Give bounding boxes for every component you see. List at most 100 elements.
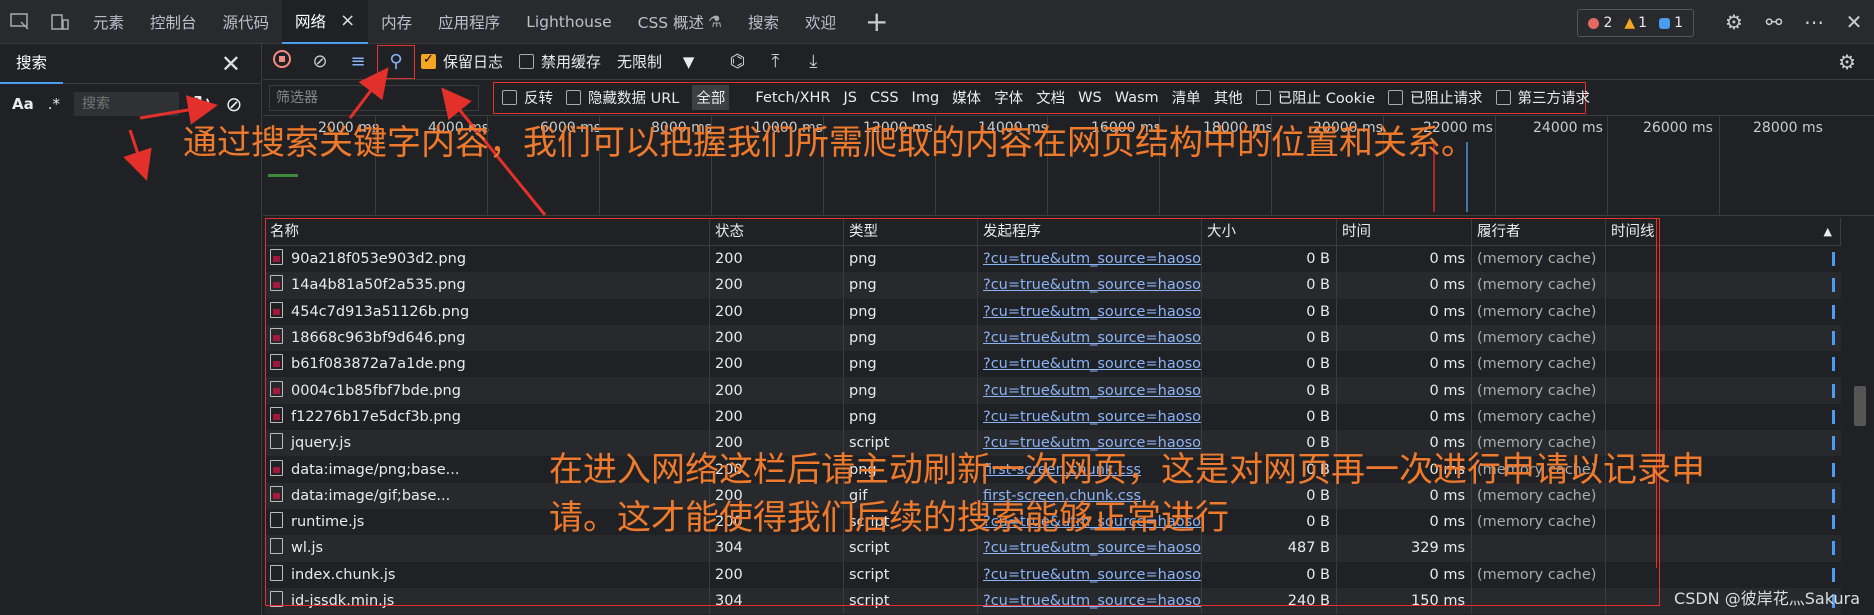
tab-css-overview[interactable]: CSS 概述 ⚗ [625,0,735,44]
tick: 24000 ms [1533,120,1603,136]
search-panel-header: 搜索 ✕ [0,44,261,84]
invert-checkbox[interactable]: 反转 [502,87,553,108]
tab-network[interactable]: 网络 × [282,0,369,44]
tab-console[interactable]: 控制台 [137,0,210,44]
disable-cache-label: 禁用缓存 [541,53,602,71]
type-other[interactable]: 其他 [1214,87,1243,108]
clear-icon[interactable]: ⊘ [301,51,339,72]
blocked-cookies-label: 已阻止 Cookie [1277,91,1376,107]
upload-icon[interactable]: ⤒ [756,51,794,72]
throttle-value: 无限制 [617,53,663,71]
caret-down-icon: ▼ [682,53,695,71]
blocked-cookies-checkbox[interactable]: 已阻止 Cookie [1255,87,1376,108]
type-font[interactable]: 字体 [994,87,1023,108]
filter-input[interactable]: 筛选器 [269,84,479,111]
search-icon[interactable]: ⚲ [377,44,415,79]
type-js[interactable]: JS [844,90,857,106]
waterfall-bar [1832,304,1835,319]
waterfall-bar [1832,278,1835,293]
type-img[interactable]: Img [912,90,940,106]
tab-sources[interactable]: 源代码 [210,0,283,44]
throttle-select[interactable]: 无限制 ▼ [617,51,694,72]
third-party-label: 第三方请求 [1517,91,1591,107]
waterfall-bar [1832,331,1835,346]
hide-data-url-label: 隐藏数据 URL [588,91,680,107]
devtools-actions: ⚙ ⚯ ⋯ ✕ [1714,0,1874,44]
type-ws[interactable]: WS [1078,90,1102,106]
hide-data-url-checkbox[interactable]: 隐藏数据 URL [566,87,679,108]
filter-options: 反转 隐藏数据 URL 全部 Fetch/XHR JS CSS Img 媒体 字… [493,81,1590,114]
info-count: 1 [1659,15,1683,31]
regex-icon[interactable]: .* [48,95,60,113]
close-icon[interactable]: × [340,10,355,31]
waterfall-bar [1832,357,1835,372]
inspect-icon[interactable] [0,0,40,44]
more-icon[interactable]: ⋯ [1794,10,1834,34]
devtools-tabbar: 元素 控制台 源代码 网络 × 内存 应用程序 Lighthouse CSS 概述… [0,0,1874,44]
tab-memory[interactable]: 内存 [368,0,425,44]
waterfall-bar [1832,567,1835,582]
waterfall-bar [1832,462,1835,477]
annotation-bottom-line2: 请。这才能使得我们后续的搜索能够正常进行 [549,498,1229,538]
download-icon[interactable]: ⤓ [794,51,832,72]
clear-icon[interactable]: ⊘ [225,92,242,116]
waterfall-bar [1832,409,1835,424]
record-icon[interactable] [263,50,301,73]
blocked-requests-checkbox[interactable]: 已阻止请求 [1388,87,1483,108]
search-input[interactable] [74,92,180,116]
tab-elements[interactable]: 元素 [80,0,137,44]
wifi-icon[interactable]: ⌬ [718,51,756,72]
refresh-icon[interactable]: ↻ [193,92,211,117]
invert-label: 反转 [524,91,553,107]
gear-icon[interactable]: ⚙ [1714,10,1754,34]
filter-icon[interactable]: ≡ [339,51,377,72]
close-devtools-icon[interactable]: ✕ [1834,10,1874,34]
waterfall-line [1656,218,1657,568]
waterfall-bar [1832,515,1835,530]
type-css[interactable]: CSS [870,90,899,106]
preserve-log-checkbox[interactable]: 保留日志 [421,51,503,72]
overview-bar [268,174,298,177]
tab-search[interactable]: 搜索 [735,0,792,44]
tab-application[interactable]: 应用程序 [425,0,513,44]
scrollbar[interactable] [1852,246,1866,615]
table-highlight-frame [265,218,1660,606]
tab-lighthouse[interactable]: Lighthouse [513,0,624,44]
network-settings-icon[interactable]: ⚙ [1838,50,1856,74]
add-tab-icon[interactable]: + [849,0,904,44]
error-count: 2 [1588,15,1612,31]
sort-up-icon: ▲ [1823,225,1832,238]
warning-count: ▲ 1 [1624,15,1648,31]
tab-css-overview-label: CSS 概述 [637,13,705,32]
match-case-icon[interactable]: Aa [12,95,34,113]
preserve-log-label: 保留日志 [443,53,504,71]
waterfall-bar [1832,541,1835,556]
annotation-top: 通过搜索关键字内容，我们可以把握我们所需爬取的内容在网页结构中的位置和关系。 [183,123,1475,163]
blocked-requests-label: 已阻止请求 [1410,91,1483,107]
scrollbar-thumb[interactable] [1854,386,1866,426]
search-panel-title: 搜索 [0,44,64,84]
type-media[interactable]: 媒体 [952,87,981,108]
tab-welcome[interactable]: 欢迎 [792,0,849,44]
watermark: CSDN @彼岸花灬Sakura [1674,589,1860,608]
tab-network-label: 网络 [295,12,327,31]
type-wasm[interactable]: Wasm [1115,90,1159,106]
type-manifest[interactable]: 清单 [1172,87,1201,108]
filter-bar: 筛选器 反转 隐藏数据 URL 全部 Fetch/XHR JS CSS Img … [263,80,1874,116]
disable-cache-checkbox[interactable]: 禁用缓存 [519,51,601,72]
annotation-bottom-line1: 在进入网络这栏后请主动刷新一次网页，这是对网页再一次进行申请以记录申 [549,450,1705,490]
tick: 28000 ms [1753,120,1823,136]
waterfall-bar [1832,383,1835,398]
customize-icon[interactable]: ⚯ [1754,10,1794,34]
waterfall-bar [1832,436,1835,451]
type-doc[interactable]: 文档 [1036,87,1065,108]
type-all[interactable]: 全部 [692,85,730,110]
type-fetch[interactable]: Fetch/XHR [755,90,830,106]
warning-icon: ▲ [1624,15,1636,31]
close-icon[interactable]: ✕ [221,50,261,78]
third-party-checkbox[interactable]: 第三方请求 [1495,87,1591,108]
issues-badge[interactable]: 2 ▲ 1 1 [1577,9,1694,37]
device-toolbar-icon[interactable] [40,0,80,44]
tick: 26000 ms [1643,120,1713,136]
waterfall-bar [1832,252,1835,267]
